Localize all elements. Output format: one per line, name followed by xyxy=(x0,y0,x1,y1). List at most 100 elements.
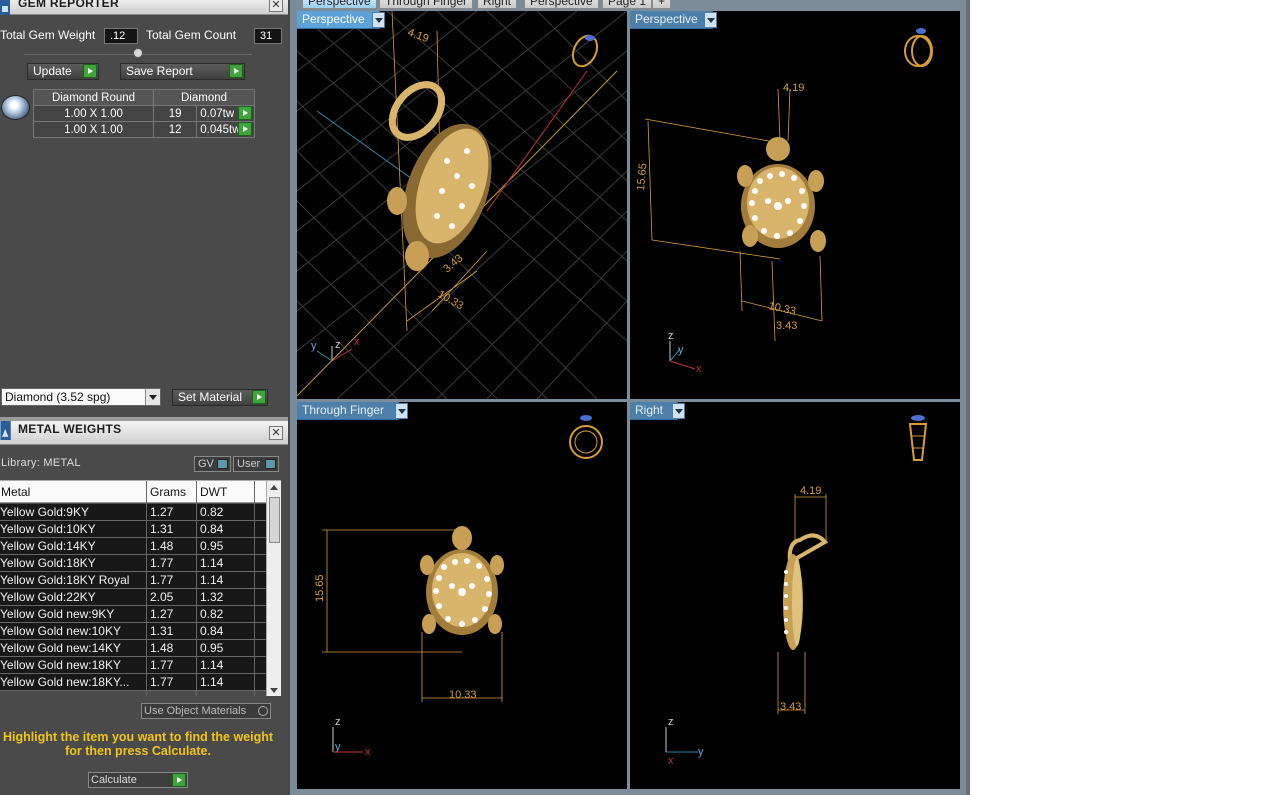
turtle-pendant-model[interactable] xyxy=(737,137,826,252)
set-material-button[interactable]: Set Material xyxy=(172,389,268,406)
chevron-down-icon[interactable] xyxy=(704,12,717,28)
calculate-hint: Highlight the item you want to find the … xyxy=(2,730,274,758)
gem-row-play-button[interactable] xyxy=(238,106,252,120)
gem-table-row[interactable]: 1.00 X 1.00 19 0.07tw xyxy=(33,105,255,122)
dwt-cell: 0.95 xyxy=(200,539,224,553)
metal-name-cell: Yellow Gold:14KY xyxy=(0,539,96,553)
material-select[interactable]: Diamond (3.52 spg) xyxy=(1,388,161,406)
metal-table-row[interactable]: Yellow Gold new:18KY... 1.77 1.14 xyxy=(0,674,266,691)
metal-name-cell: Yellow Gold new:18KY... xyxy=(0,675,130,689)
metal-table-row[interactable]: Yellow Gold new:9KY 1.27 0.82 xyxy=(0,606,266,623)
grams-cell: 1.77 xyxy=(150,556,174,570)
update-button[interactable]: Update xyxy=(27,63,99,80)
viewport-label[interactable]: Right xyxy=(630,402,679,420)
play-icon xyxy=(83,64,97,78)
metal-name-cell: Yellow Gold:9KY xyxy=(0,505,89,519)
gem-table: Diamond Round Diamond 1.00 X 1.00 19 0.0… xyxy=(33,89,255,138)
viewport-top-right[interactable]: 4.19 15.65 10.33 3.43 z y x Perspective xyxy=(630,11,960,399)
grams-column-header[interactable]: Grams xyxy=(150,485,186,499)
viewport-top-left[interactable]: 4.19 3.43 10.33 y z x Perspective xyxy=(297,11,627,399)
metal-weights-titlebar: METAL WEIGHTS ✕ xyxy=(0,421,288,445)
gem-reporter-icon xyxy=(0,0,10,15)
gem-table-header-cell: Diamond xyxy=(153,89,255,106)
user-toggle[interactable]: User xyxy=(233,456,279,472)
metal-column-header[interactable]: Metal xyxy=(1,485,30,499)
diamond-gem-icon xyxy=(1,95,30,120)
z-axis-label: z xyxy=(335,339,341,351)
metal-table-row[interactable]: Yellow Gold:18KY Royal 1.77 1.14 xyxy=(0,572,266,589)
metal-name-cell: Yellow Gold:10KY xyxy=(0,522,96,536)
viewport-bottom-left[interactable]: 15.65 10.33 z y x Through Finger xyxy=(297,402,627,789)
chevron-down-icon[interactable] xyxy=(372,12,385,28)
tab-page-1[interactable]: Page 1 xyxy=(602,0,653,9)
close-gem-reporter-button[interactable]: ✕ xyxy=(269,0,283,12)
turtle-pendant-model[interactable] xyxy=(420,526,504,635)
update-button-label: Update xyxy=(33,64,72,78)
metal-table-scrollbar[interactable] xyxy=(266,481,281,696)
gem-table-row[interactable]: 1.00 X 1.00 12 0.045tw xyxy=(33,121,255,138)
scroll-down-icon[interactable] xyxy=(270,688,278,693)
tab-perspective-2[interactable]: Perspective xyxy=(524,0,599,9)
grams-cell: 1.48 xyxy=(150,539,174,553)
chevron-down-icon[interactable] xyxy=(395,403,408,419)
add-tab-button[interactable]: + xyxy=(652,0,672,9)
z-axis-label: z xyxy=(668,716,674,728)
metal-table-row[interactable]: Yellow Gold:14KY 1.48 0.95 xyxy=(0,538,266,555)
metal-table-row[interactable]: Yellow Gold new:18KY 1.77 1.14 xyxy=(0,657,266,674)
metal-table-row[interactable]: Yellow Gold:10KY 1.31 0.84 xyxy=(0,521,266,538)
calculate-button[interactable]: Calculate xyxy=(88,772,188,788)
library-label: Library: METAL xyxy=(1,457,81,469)
dwt-cell: 0.82 xyxy=(200,505,224,519)
total-gem-weight-value: .12 xyxy=(104,28,138,44)
chevron-down-icon[interactable] xyxy=(672,403,685,419)
viewport-label[interactable]: Perspective xyxy=(297,11,380,29)
toggle-indicator-icon xyxy=(265,459,276,469)
tab-right[interactable]: Right xyxy=(477,0,518,9)
set-material-button-label: Set Material xyxy=(178,390,243,404)
dwt-cell: 0.95 xyxy=(200,641,224,655)
grams-cell: 1.48 xyxy=(150,641,174,655)
metal-table-row[interactable]: Yellow Gold:22KY 2.05 1.32 xyxy=(0,589,266,606)
metal-table-row[interactable]: Yellow Gold new:10KY 1.31 0.84 xyxy=(0,623,266,640)
gem-slider-handle[interactable] xyxy=(133,48,143,58)
column-divider xyxy=(254,481,255,696)
scroll-up-icon[interactable] xyxy=(270,485,278,490)
ring-preview-icon[interactable] xyxy=(904,28,933,67)
app-window: GEM REPORTER ✕ Total Gem Weight .12 Tota… xyxy=(0,0,1274,795)
dimension-label: 4.19 xyxy=(783,82,804,94)
ring-preview-icon[interactable] xyxy=(908,415,928,461)
y-axis-label: y xyxy=(335,741,341,753)
empty-area xyxy=(970,0,1274,795)
use-object-materials-checkbox[interactable]: Use Object Materials xyxy=(141,703,271,719)
column-divider xyxy=(146,481,147,696)
save-report-button-label: Save Report xyxy=(126,64,193,78)
ring-preview-icon[interactable] xyxy=(568,32,601,70)
calculate-button-label: Calculate xyxy=(91,774,137,786)
close-metal-weights-button[interactable]: ✕ xyxy=(269,426,283,440)
metal-table-row[interactable]: Yellow Gold new:14KY 1.48 0.95 xyxy=(0,640,266,657)
viewport-label[interactable]: Through Finger xyxy=(297,402,400,420)
metal-table-row[interactable]: Yellow Gold:9KY 1.27 0.82 xyxy=(0,504,266,521)
right-view-scene: 4.19 3.43 z y x xyxy=(665,415,928,767)
x-axis-label: x xyxy=(696,363,702,375)
gem-size-cell: 1.00 X 1.00 xyxy=(33,105,154,122)
turtle-pendant-model[interactable] xyxy=(783,533,829,650)
total-gem-count-label: Total Gem Count xyxy=(146,28,237,42)
gem-row-play-button[interactable] xyxy=(238,122,252,136)
tab-perspective[interactable]: Perspective xyxy=(302,0,377,9)
dimension-label: 4.19 xyxy=(800,485,821,497)
metal-table-row[interactable]: Yellow Gold:18KY 1.77 1.14 xyxy=(0,555,266,572)
save-report-button[interactable]: Save Report xyxy=(120,63,245,80)
dwt-column-header[interactable]: DWT xyxy=(200,485,227,499)
dimension-label: 15.65 xyxy=(635,163,649,191)
scrollbar-thumb[interactable] xyxy=(269,497,280,543)
total-gem-weight-label: Total Gem Weight xyxy=(0,28,96,42)
material-select-value: Diamond (3.52 spg) xyxy=(5,390,111,404)
viewport-bottom-right[interactable]: 4.19 3.43 z y x Right xyxy=(630,402,960,789)
tab-through-finger[interactable]: Through Finger xyxy=(379,0,474,9)
ring-preview-icon[interactable] xyxy=(569,415,603,459)
gv-toggle[interactable]: GV xyxy=(194,456,231,472)
metal-weights-title: METAL WEIGHTS xyxy=(18,422,122,436)
viewport-label[interactable]: Perspective xyxy=(630,11,713,29)
grams-cell: 1.77 xyxy=(150,573,174,587)
